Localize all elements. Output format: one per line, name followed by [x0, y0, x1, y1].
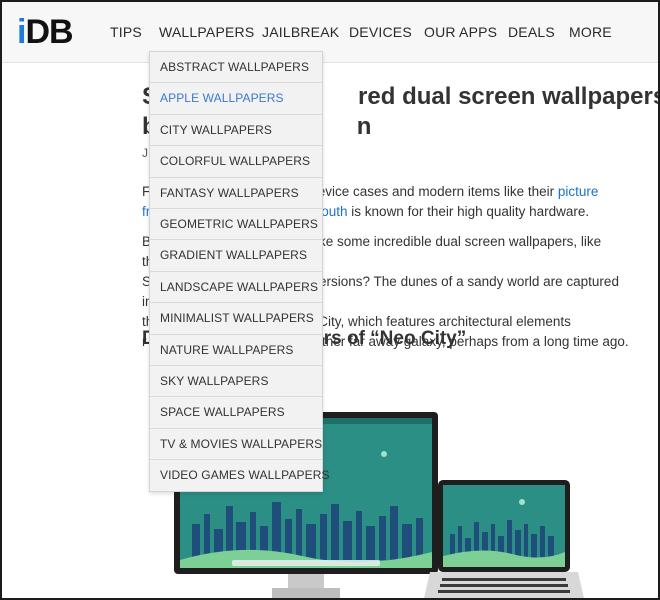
- menu-item-sky-wallpapers[interactable]: SKY WALLPAPERS: [150, 365, 322, 398]
- menu-item-colorful-wallpapers[interactable]: COLORFUL WALLPAPERS: [150, 146, 322, 178]
- menu-item-gradient-wallpapers[interactable]: GRADIENT WALLPAPERS: [150, 240, 322, 272]
- menu-item-apple-wallpapers[interactable]: APPLE WALLPAPERS: [150, 83, 322, 115]
- article-byline: J: [142, 146, 148, 160]
- menu-item-nature-wallpapers[interactable]: NATURE WALLPAPERS: [150, 334, 322, 366]
- menu-item-minimalist-wallpapers[interactable]: MINIMALIST WALLPAPERS: [150, 303, 322, 335]
- nav-item-devices[interactable]: DEVICES: [349, 24, 412, 40]
- nav-item-tips[interactable]: TIPS: [110, 24, 142, 40]
- p1-text-end: is known for their high quality hardware…: [351, 204, 590, 219]
- site-logo[interactable]: iDB: [17, 13, 74, 51]
- laptop: [424, 480, 584, 598]
- nav-item-jailbreak[interactable]: JAILBREAK: [262, 24, 339, 40]
- menu-item-tv-movies-wallpapers[interactable]: TV & MOVIES WALLPAPERS: [150, 428, 322, 461]
- nav-item-our-apps[interactable]: OUR APPS: [424, 24, 497, 40]
- logo-rest: DB: [25, 13, 73, 51]
- menu-item-fantasy-wallpapers[interactable]: FANTASY WALLPAPERS: [150, 177, 322, 209]
- wallpapers-dropdown-menu: ABSTRACT WALLPAPERS APPLE WALLPAPERS CIT…: [149, 51, 329, 493]
- nav-item-deals[interactable]: DEALS: [508, 24, 555, 40]
- nav-item-wallpapers[interactable]: WALLPAPERS: [159, 24, 254, 40]
- heading-text: rs of “Neo City”: [323, 328, 467, 349]
- menu-item-geometric-wallpapers[interactable]: GEOMETRIC WALLPAPERS: [150, 208, 322, 241]
- p1-text: device cases and modern items like their: [310, 184, 555, 199]
- menu-item-landscape-wallpapers[interactable]: LANDSCAPE WALLPAPERS: [150, 271, 322, 304]
- article: S red dual screen wallpapers b n J Fdevi…: [2, 62, 658, 598]
- picture-link[interactable]: picture: [558, 184, 599, 199]
- nav-item-more[interactable]: MORE: [569, 24, 612, 40]
- menu-item-city-wallpapers[interactable]: CITY WALLPAPERS: [150, 114, 322, 147]
- menu-item-video-games-wallpapers[interactable]: VIDEO GAMES WALLPAPERS: [150, 460, 329, 492]
- menu-item-space-wallpapers[interactable]: SPACE WALLPAPERS: [150, 397, 322, 429]
- site-header: iDB TIPS WALLPAPERS JAILBREAK DEVICES OU…: [2, 2, 658, 63]
- p2-line3: City, which features architectural eleme…: [318, 314, 571, 329]
- menu-item-abstract-wallpapers[interactable]: ABSTRACT WALLPAPERS: [150, 52, 322, 84]
- browser-viewport: iDB TIPS WALLPAPERS JAILBREAK DEVICES OU…: [0, 0, 660, 600]
